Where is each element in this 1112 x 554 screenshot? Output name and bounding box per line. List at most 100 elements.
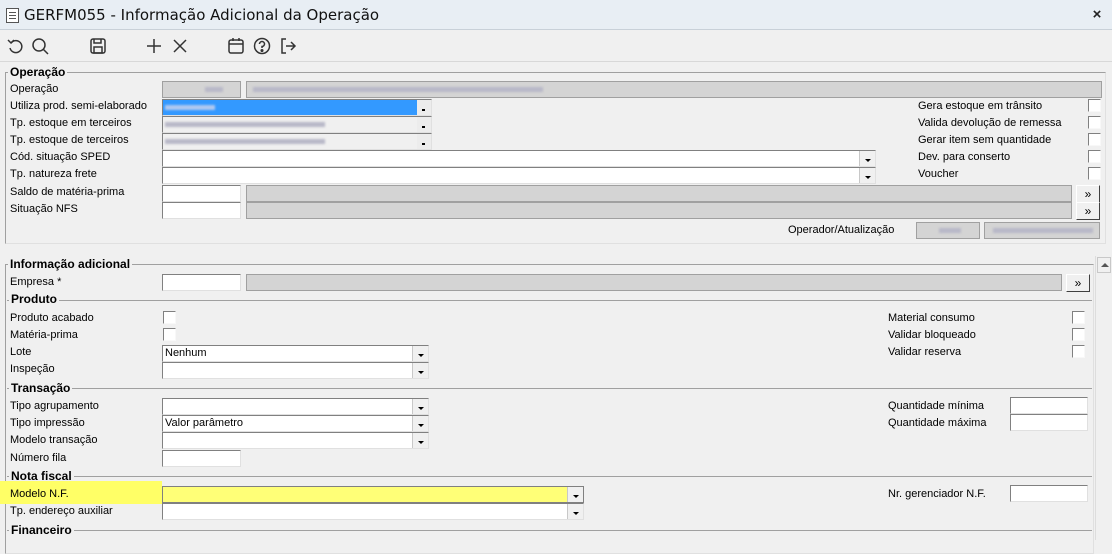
material-consumo-checkbox[interactable]: [1072, 311, 1085, 324]
situacao-nfs-label: Situação NFS: [10, 203, 78, 215]
produto-acabado-label: Produto acabado: [10, 312, 94, 324]
dropdown-icon[interactable]: [412, 363, 428, 378]
tp-natureza-frete-select[interactable]: [162, 167, 876, 184]
quantidade-maxima-field[interactable]: [1010, 414, 1088, 431]
situacao-nfs-code-field[interactable]: [162, 202, 241, 219]
operacao-description-field: [246, 81, 1102, 98]
operador-field: [916, 222, 980, 239]
dropdown-icon[interactable]: [567, 504, 583, 519]
dropdown-icon[interactable]: [859, 168, 875, 183]
numero-fila-field[interactable]: [162, 450, 241, 467]
tipo-agrupamento-select[interactable]: [162, 398, 429, 415]
empresa-lookup-button[interactable]: »: [1066, 274, 1090, 292]
operacao-group-label: Operação: [8, 65, 68, 79]
tipo-impressao-label: Tipo impressão: [10, 417, 85, 429]
tipo-agrupamento-label: Tipo agrupamento: [10, 400, 99, 412]
dropdown-icon[interactable]: [567, 487, 583, 502]
dropdown-icon[interactable]: [417, 117, 431, 132]
window-title: GERFM055 - Informação Adicional da Opera…: [24, 6, 380, 24]
lote-value: Nenhum: [165, 347, 207, 359]
tp-natureza-frete-label: Tp. natureza frete: [10, 168, 97, 180]
tp-endereco-auxiliar-label: Tp. endereço auxiliar: [10, 505, 113, 517]
voucher-checkbox[interactable]: [1088, 167, 1101, 180]
close-button[interactable]: ×: [1086, 5, 1108, 25]
voucher-label: Voucher: [918, 168, 959, 180]
operador-atualizacao-label: Operador/Atualização: [788, 224, 895, 236]
validar-reserva-checkbox[interactable]: [1072, 345, 1085, 358]
dropdown-icon[interactable]: [417, 134, 431, 149]
dropdown-icon[interactable]: [412, 416, 428, 431]
modelo-transacao-select[interactable]: [162, 432, 429, 449]
title-bar: GERFM055 - Informação Adicional da Opera…: [0, 0, 1112, 30]
delete-icon[interactable]: [168, 34, 192, 58]
quantidade-maxima-label: Quantidade máxima: [888, 417, 987, 429]
materia-prima-checkbox[interactable]: [163, 328, 176, 341]
quantidade-minima-field[interactable]: [1010, 397, 1088, 414]
gera-estoque-transito-label: Gera estoque em trânsito: [918, 100, 1043, 112]
save-icon[interactable]: [86, 34, 110, 58]
validar-bloqueado-checkbox[interactable]: [1072, 328, 1085, 341]
utiliza-semi-elaborado-label: Utiliza prod. semi-elaborado: [10, 100, 147, 112]
valida-devolucao-remessa-label: Valida devolução de remessa: [918, 117, 1062, 129]
tp-endereco-auxiliar-select[interactable]: [162, 503, 584, 520]
empresa-description-field: [246, 274, 1062, 291]
validar-reserva-label: Validar reserva: [888, 346, 962, 358]
utiliza-semi-elaborado-select[interactable]: [162, 99, 432, 116]
vertical-scrollbar[interactable]: [1095, 256, 1112, 540]
saldo-materia-prima-description-field: [246, 185, 1072, 202]
financeiro-group: [7, 530, 1092, 550]
dropdown-icon[interactable]: [412, 399, 428, 414]
materia-prima-label: Matéria-prima: [10, 329, 78, 341]
modelo-nf-label: Modelo N.F.: [10, 488, 69, 500]
tp-estoque-de-terceiros-select[interactable]: [162, 133, 432, 150]
situacao-nfs-lookup-button[interactable]: »: [1076, 202, 1100, 220]
saldo-materia-prima-code-field[interactable]: [162, 185, 241, 202]
produto-group-label: Produto: [9, 292, 59, 306]
operacao-code-field: [162, 81, 241, 98]
add-icon[interactable]: [142, 34, 166, 58]
gera-estoque-transito-checkbox[interactable]: [1088, 99, 1101, 112]
modelo-transacao-label: Modelo transação: [10, 434, 98, 446]
cod-situacao-sped-select[interactable]: [162, 150, 876, 167]
validar-bloqueado-label: Validar bloqueado: [888, 329, 976, 341]
tipo-impressao-value: Valor parâmetro: [165, 417, 244, 429]
dropdown-icon[interactable]: [412, 346, 428, 361]
dropdown-icon[interactable]: [412, 433, 428, 448]
tp-estoque-em-terceiros-select[interactable]: [162, 116, 432, 133]
cod-situacao-sped-label: Cód. situação SPED: [10, 151, 111, 163]
scroll-up-icon[interactable]: [1097, 257, 1111, 273]
toolbar: [0, 30, 1112, 62]
gerar-item-sem-quantidade-checkbox[interactable]: [1088, 133, 1101, 146]
produto-acabado-checkbox[interactable]: [163, 311, 176, 324]
nr-gerenciador-nf-field[interactable]: [1010, 485, 1088, 502]
calendar-icon[interactable]: [224, 34, 248, 58]
dev-conserto-label: Dev. para conserto: [918, 151, 1011, 163]
inspecao-label: Inspeção: [10, 363, 55, 375]
quantidade-minima-label: Quantidade mínima: [888, 400, 984, 412]
numero-fila-label: Número fila: [10, 452, 67, 464]
tp-estoque-em-terceiros-label: Tp. estoque em terceiros: [10, 117, 132, 129]
operacao-label: Operação: [10, 83, 59, 95]
tipo-impressao-select[interactable]: Valor parâmetro: [162, 415, 429, 432]
saldo-lookup-button[interactable]: »: [1076, 185, 1100, 203]
empresa-code-field[interactable]: [162, 274, 241, 291]
dropdown-icon[interactable]: [417, 100, 431, 115]
modelo-nf-select[interactable]: [162, 486, 584, 503]
nr-gerenciador-nf-label: Nr. gerenciador N.F.: [888, 488, 986, 500]
undo-icon[interactable]: [4, 34, 28, 58]
exit-icon[interactable]: [276, 34, 300, 58]
lote-select[interactable]: Nenhum: [162, 345, 429, 362]
transacao-group-label: Transação: [9, 381, 73, 395]
lote-label: Lote: [10, 346, 32, 358]
inspecao-select[interactable]: [162, 362, 429, 379]
empresa-label: Empresa *: [10, 276, 62, 288]
valida-devolucao-remessa-checkbox[interactable]: [1088, 116, 1101, 129]
dropdown-icon[interactable]: [859, 151, 875, 166]
dev-conserto-checkbox[interactable]: [1088, 150, 1101, 163]
gerar-item-sem-quantidade-label: Gerar item sem quantidade: [918, 134, 1052, 146]
financeiro-group-label: Financeiro: [9, 523, 74, 537]
saldo-materia-prima-label: Saldo de matéria-prima: [10, 186, 125, 198]
document-icon: [6, 8, 19, 23]
help-icon[interactable]: [250, 34, 274, 58]
search-icon[interactable]: [28, 34, 52, 58]
